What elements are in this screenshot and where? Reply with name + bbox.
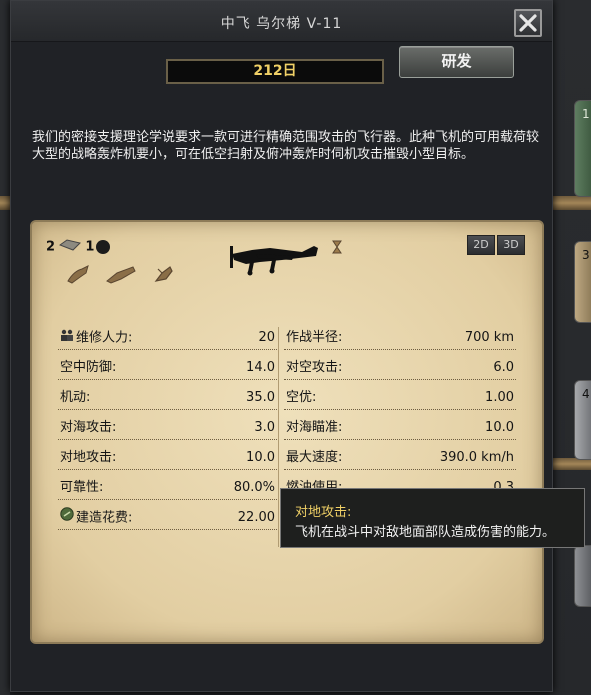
stat-value: 1.00 [485, 390, 514, 405]
stat-label: 空优: [286, 390, 317, 405]
stat-label: 对海瞄准: [286, 420, 343, 435]
description-text: 我们的密接支援理论学说要求一款可进行精确范围攻击的飞行器。此种飞机的可用载荷较大… [32, 130, 540, 162]
stat-naval-attack[interactable]: 对海攻击: 3.0 [58, 417, 277, 440]
background-tile-5[interactable] [574, 545, 591, 607]
stat-value: 10.0 [246, 450, 275, 465]
view-3d-button[interactable]: 3D [497, 235, 525, 255]
stat-air-attack[interactable]: 对空攻击: 6.0 [284, 357, 516, 380]
stat-row: 空中防御: 14.0 对空攻击: 6.0 [58, 357, 518, 387]
stat-label: 可靠性: [60, 480, 104, 495]
stat-label-text: 维修人力: [76, 330, 133, 346]
stat-air-defense[interactable]: 空中防御: 14.0 [58, 357, 277, 380]
tile-label: 1 [582, 107, 590, 121]
production-cost-icon [60, 507, 74, 529]
stat-value: 20 [258, 330, 275, 345]
background-tile-4[interactable]: 4 [574, 380, 591, 460]
tooltip-title: 对地攻击: [295, 505, 352, 520]
view-toggle: 2D 3D [465, 233, 525, 255]
manpower-icon [60, 327, 74, 349]
window-title: 中飞 乌尔梯 V-11 [220, 16, 343, 32]
stat-value: 6.0 [493, 360, 514, 375]
background-tile-3[interactable]: 3 [574, 241, 591, 323]
stat-air-superiority[interactable]: 空优: 1.00 [284, 387, 516, 410]
research-detail-window: 中飞 乌尔梯 V-11 212日 研发 我们的密接支援理论学说要求一款可进行精确… [10, 0, 553, 692]
stat-label: 对空攻击: [286, 360, 343, 375]
pilot-count: 1 [85, 239, 95, 255]
stat-label: 作战半径: [286, 330, 343, 345]
title-bar: 中飞 乌尔梯 V-11 [11, 1, 552, 42]
weapon-module-icon[interactable] [105, 263, 137, 289]
stat-row: 维修人力: 20 作战半径: 700 km [58, 327, 518, 357]
background-tile-1[interactable]: 1 [574, 100, 591, 197]
stat-max-speed[interactable]: 最大速度: 390.0 km/h [284, 447, 516, 470]
tile-label: 4 [582, 387, 590, 401]
engine-module-icon[interactable] [66, 263, 90, 289]
view-2d-button[interactable]: 2D [467, 235, 495, 255]
stat-value: 3.0 [254, 420, 275, 435]
stat-row: 对海攻击: 3.0 对海瞄准: 10.0 [58, 417, 518, 447]
close-button[interactable] [514, 9, 542, 37]
stat-value: 14.0 [246, 360, 275, 375]
stat-agility[interactable]: 机动: 35.0 [58, 387, 277, 410]
stat-label: 建造花费: [60, 507, 132, 530]
module-slots [66, 263, 186, 289]
tooltip-body: 飞机在战斗中对敌地面部队造成伤害的能力。 [295, 525, 556, 540]
stats-card: 2 1 2D 3D 维修人力: 20 作战半径: 700 km 空中防御: 14… [30, 220, 544, 644]
stat-value: 10.0 [485, 420, 514, 435]
pilot-icon [96, 240, 111, 254]
stat-label: 最大速度: [286, 450, 343, 465]
background-panel-left [0, 0, 10, 695]
stat-label: 对海攻击: [60, 420, 117, 435]
stat-range[interactable]: 作战半径: 700 km [284, 327, 516, 350]
close-icon [519, 14, 537, 32]
stat-label: 维修人力: [60, 327, 132, 350]
stat-row: 机动: 35.0 空优: 1.00 [58, 387, 518, 417]
stat-value: 700 km [464, 330, 514, 345]
stat-label: 对地攻击: [60, 450, 117, 465]
stat-tooltip: 对地攻击: 飞机在战斗中对敌地面部队造成伤害的能力。 [280, 488, 585, 548]
stat-value: 22.00 [237, 510, 275, 525]
research-button[interactable]: 研发 [399, 46, 514, 78]
stat-value: 35.0 [246, 390, 275, 405]
crew-count: 2 [46, 239, 56, 255]
crew-indicator: 2 1 [46, 239, 111, 255]
stat-production-cost[interactable]: 建造花费: 22.00 [58, 507, 277, 530]
stat-label-text: 建造花费: [76, 510, 133, 526]
aircraft-silhouette-icon [222, 240, 324, 284]
stat-value: 80.0% [233, 480, 275, 495]
research-days-display: 212日 [166, 59, 384, 84]
stat-row: 对地攻击: 10.0 最大速度: 390.0 km/h [58, 447, 518, 477]
stat-label: 空中防御: [60, 360, 117, 375]
stat-reliability[interactable]: 可靠性: 80.0% [58, 477, 277, 500]
tile-label: 3 [582, 248, 590, 262]
equipment-icon [59, 239, 82, 255]
stat-label: 机动: [60, 390, 91, 405]
stat-ground-attack[interactable]: 对地攻击: 10.0 [58, 447, 277, 470]
stat-repair-manpower[interactable]: 维修人力: 20 [58, 327, 277, 350]
hourglass-icon [332, 239, 342, 258]
bomb-module-icon[interactable] [152, 263, 176, 289]
stat-value: 390.0 km/h [439, 450, 514, 465]
stat-naval-targeting[interactable]: 对海瞄准: 10.0 [284, 417, 516, 440]
